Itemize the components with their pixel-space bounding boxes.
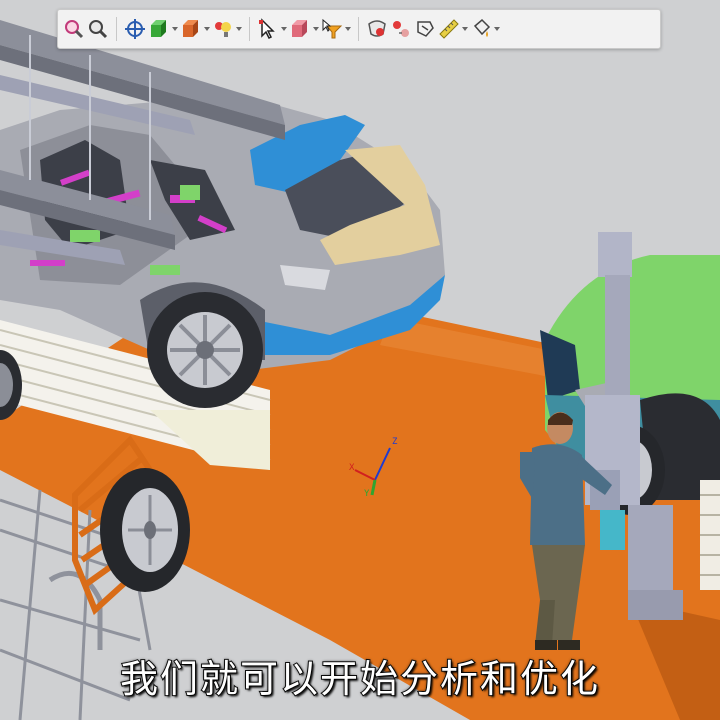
triad-z-label: Z — [392, 437, 398, 447]
scene-canvas[interactable]: Z X Y — [0, 0, 720, 720]
chevron-down-icon — [313, 27, 319, 31]
chevron-down-icon — [281, 27, 287, 31]
chevron-down-icon — [236, 27, 242, 31]
toolbar-separator — [358, 17, 359, 41]
zoom-region-button[interactable] — [86, 14, 110, 44]
selection-filter-dropdown[interactable] — [344, 14, 352, 44]
chevron-down-icon — [172, 27, 178, 31]
show-hide-button[interactable] — [365, 14, 389, 44]
orient-view-button[interactable] — [147, 14, 171, 44]
paint-bucket-icon — [473, 18, 491, 37]
orient-view-icon — [151, 20, 166, 37]
paint-bucket-button[interactable] — [469, 14, 493, 44]
toolbar-separator — [249, 17, 250, 41]
chevron-down-icon — [462, 27, 468, 31]
clip-button[interactable] — [413, 14, 437, 44]
render-style-dropdown[interactable] — [203, 14, 211, 44]
points-icon — [393, 21, 409, 37]
zoom-region-icon — [89, 20, 108, 39]
select-arrow-icon — [259, 18, 275, 40]
orient-view-dropdown[interactable] — [171, 14, 179, 44]
select-arrow-dropdown[interactable] — [280, 14, 288, 44]
chevron-down-icon — [204, 27, 210, 31]
lighting-dropdown[interactable] — [235, 14, 243, 44]
selection-cube-icon — [292, 20, 307, 37]
toolbar-separator — [116, 17, 117, 41]
selection-cube-dropdown[interactable] — [312, 14, 320, 44]
lighting-button[interactable] — [211, 14, 235, 44]
triad-x-label: X — [349, 463, 355, 473]
selection-cube-button[interactable] — [288, 14, 312, 44]
spring-column — [700, 480, 720, 590]
view-toolbar — [57, 9, 661, 49]
video-subtitle: 我们就可以开始分析和优化 — [119, 656, 600, 702]
clip-icon — [417, 21, 434, 37]
snap-view-icon — [125, 19, 145, 39]
chevron-down-icon — [345, 27, 351, 31]
snap-view-button[interactable] — [123, 14, 147, 44]
zoom-button[interactable] — [62, 14, 86, 44]
zoom-icon — [65, 20, 84, 39]
points-button[interactable] — [389, 14, 413, 44]
show-hide-icon — [368, 20, 386, 37]
chevron-down-icon — [494, 27, 500, 31]
measure-dropdown[interactable] — [461, 14, 469, 44]
select-arrow-button[interactable] — [256, 14, 280, 44]
3d-viewport[interactable]: Z X Y — [0, 0, 720, 720]
spare-tire[interactable] — [100, 468, 190, 592]
render-style-button[interactable] — [179, 14, 203, 44]
paint-bucket-dropdown[interactable] — [493, 14, 501, 44]
render-style-icon — [183, 20, 198, 37]
triad-y-label: Y — [364, 489, 370, 499]
selection-filter-icon — [322, 18, 343, 39]
measure-button[interactable] — [437, 14, 461, 44]
selection-filter-button[interactable] — [320, 14, 344, 44]
lighting-icon — [215, 22, 231, 37]
measure-icon — [439, 19, 459, 39]
